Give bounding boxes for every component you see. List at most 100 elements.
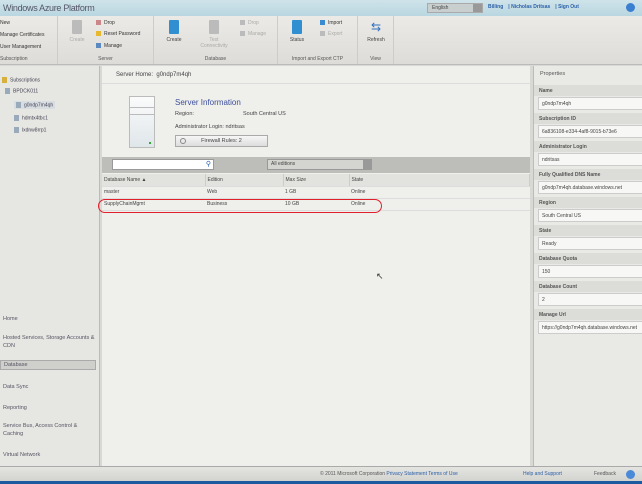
- col-state[interactable]: State: [349, 174, 530, 187]
- property-value[interactable]: g0ndp7m4qh: [538, 97, 642, 110]
- manage-server-button[interactable]: Manage: [96, 43, 122, 49]
- label: Administrator Login:: [175, 124, 224, 130]
- server-icon: [14, 127, 19, 133]
- create-database-button[interactable]: Create: [159, 20, 189, 43]
- properties-title: Properties: [540, 71, 566, 77]
- col-name[interactable]: Database Name ▲: [102, 174, 206, 187]
- manage-database-button[interactable]: Manage: [240, 31, 266, 37]
- search-input[interactable]: ⚲: [112, 159, 214, 170]
- drop-server-button[interactable]: Drop: [96, 20, 115, 26]
- feedback-icon[interactable]: [626, 470, 635, 479]
- label: Create: [69, 37, 85, 43]
- filter-bar: ⚲ All editions: [102, 157, 530, 173]
- property-label: Subscription ID: [534, 113, 642, 124]
- reset-password-button[interactable]: Reset Password: [96, 31, 140, 37]
- import-export-group: Status Import Export Import and Export C…: [278, 16, 358, 64]
- highlight-annotation: [98, 199, 382, 213]
- property-value[interactable]: South Central US: [538, 209, 642, 222]
- label: Export: [328, 31, 343, 37]
- property-value[interactable]: g0ndp7m4qh.database.windows.net: [538, 181, 642, 194]
- property-label: Name: [534, 85, 642, 96]
- label: hdmtx4tbc1: [22, 115, 48, 122]
- ribbon: New Manage Certificates User Management …: [0, 16, 642, 65]
- nav-data-sync[interactable]: Data Sync: [3, 383, 95, 391]
- drop-database-button[interactable]: Drop: [240, 20, 259, 26]
- export-button[interactable]: Export: [320, 31, 342, 37]
- terms-link[interactable]: Terms of Use: [428, 471, 457, 477]
- top-bar: Windows Azure Platform English Billing | …: [0, 0, 642, 16]
- privacy-link[interactable]: Privacy Statement: [386, 471, 427, 477]
- label: Create: [166, 37, 182, 43]
- user-link[interactable]: Nicholas Dritsas: [511, 4, 550, 10]
- tree-server-selected[interactable]: g0ndp7m4qh: [14, 101, 56, 110]
- table-row[interactable]: master Web 1 GB Online: [102, 186, 530, 199]
- key-icon: [96, 31, 101, 37]
- manage-icon: [96, 43, 101, 49]
- col-max-size[interactable]: Max Size: [283, 174, 350, 187]
- property-value[interactable]: 150: [538, 265, 642, 278]
- create-server-button[interactable]: Create: [62, 20, 92, 43]
- table-header: Database Name ▲ Edition Max Size State: [102, 174, 530, 187]
- edition-select[interactable]: All editions: [267, 159, 372, 170]
- property-value[interactable]: https://g0ndp7m4qh.database.windows.net: [538, 321, 642, 334]
- server-group: Create Drop Reset Password Manage Server: [58, 16, 154, 64]
- language-select[interactable]: English: [427, 3, 483, 13]
- server-icon: [72, 20, 82, 34]
- import-button[interactable]: Import: [320, 20, 342, 26]
- database-group: Create Test Connectivity Drop Manage Dat…: [154, 16, 278, 64]
- label: lxdnw8rrp1: [22, 127, 47, 134]
- view-group: ⇆ Refresh View: [358, 16, 394, 64]
- help-support-link[interactable]: Help and Support: [523, 471, 562, 477]
- server-home-header: Server Home: g0ndp7m4qh: [102, 68, 530, 84]
- nav-virtual-network[interactable]: Virtual Network: [3, 451, 95, 459]
- group-label: Subscription: [0, 56, 28, 62]
- footer: © 2011 Microsoft Corporation Privacy Sta…: [0, 466, 642, 484]
- label: Import: [328, 20, 343, 26]
- search-icon[interactable]: ⚲: [206, 161, 211, 169]
- tree-subscription[interactable]: BPDCK011: [5, 88, 38, 94]
- sign-out-link[interactable]: Sign Out: [558, 4, 579, 10]
- copyright: © 2011 Microsoft Corporation Privacy Sta…: [320, 471, 458, 477]
- property-label: Database Count: [534, 281, 642, 292]
- label: © 2011 Microsoft Corporation: [320, 471, 386, 477]
- label: Status: [289, 37, 305, 43]
- nav-database[interactable]: Database: [0, 360, 96, 370]
- label: g0ndp7m4qh: [24, 102, 54, 109]
- drop-icon: [96, 20, 101, 26]
- app-logo: Windows Azure Platform: [3, 3, 95, 13]
- subscription-icon: [5, 88, 10, 94]
- property-value[interactable]: 6a836108-e334-4af8-9015-b73e6: [538, 125, 642, 138]
- left-sidebar: Subscriptions BPDCK011 g0ndp7m4qh hdmtx4…: [0, 66, 100, 466]
- nav-hosted-services[interactable]: Hosted Services, Storage Accounts & CDN: [3, 334, 95, 350]
- property-value[interactable]: Ready: [538, 237, 642, 250]
- feedback-link[interactable]: Feedback: [594, 471, 616, 477]
- test-connectivity-button[interactable]: Test Connectivity: [199, 20, 229, 49]
- nav-reporting[interactable]: Reporting: [3, 404, 95, 412]
- test-icon: [209, 20, 219, 34]
- help-icon[interactable]: [626, 3, 635, 12]
- property-label: Fully Qualified DNS Name: [534, 169, 642, 180]
- refresh-button[interactable]: ⇆ Refresh: [361, 20, 391, 43]
- label: Manage: [248, 31, 267, 37]
- cell: Online: [349, 186, 530, 199]
- nav-home[interactable]: Home: [3, 315, 95, 323]
- nav-service-bus[interactable]: Service Bus, Access Control & Caching: [3, 422, 95, 438]
- user-management-button[interactable]: User Management: [0, 44, 41, 50]
- property-value[interactable]: 2: [538, 293, 642, 306]
- tree-server[interactable]: lxdnw8rrp1: [14, 127, 46, 133]
- tree-root[interactable]: Subscriptions: [2, 77, 40, 83]
- status-button[interactable]: Status: [282, 20, 312, 43]
- manage-certificates-button[interactable]: Manage Certificates: [0, 32, 44, 38]
- chevron-down-icon: [363, 160, 371, 169]
- label: Firewall Rules: 2: [201, 138, 242, 144]
- new-subscription-button[interactable]: New: [0, 20, 10, 26]
- label: Refresh: [367, 37, 385, 43]
- server-name: g0ndp7m4qh: [156, 72, 192, 78]
- firewall-rules-button[interactable]: Firewall Rules: 2: [175, 135, 268, 147]
- col-edition[interactable]: Edition: [205, 174, 284, 187]
- tree-server[interactable]: hdmtx4tbc1: [14, 115, 48, 121]
- cell: 1 GB: [283, 186, 349, 199]
- billing-link[interactable]: Billing: [488, 4, 503, 10]
- property-value[interactable]: ndritsas: [538, 153, 642, 166]
- value: All editions: [271, 161, 296, 167]
